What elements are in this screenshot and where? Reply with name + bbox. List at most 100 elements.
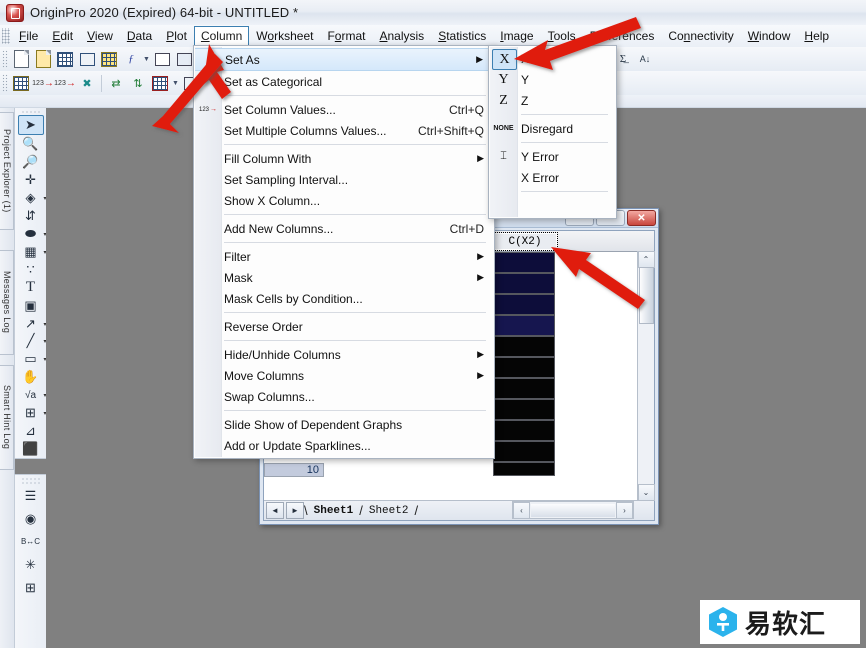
screen-reader-icon[interactable]: ◈ ▾	[19, 189, 47, 207]
menu-item-set-as[interactable]: Set As ▶	[195, 48, 493, 71]
menu-worksheet[interactable]: Worksheet	[249, 26, 320, 46]
data-reader-crosshair-icon[interactable]: ✛	[19, 171, 43, 189]
rectangle-tool-icon[interactable]: ▭ ▾	[19, 350, 46, 368]
rectangle-frame-icon[interactable]: ▣	[19, 297, 43, 315]
sheet-nav-next-button[interactable]: ►	[286, 502, 304, 519]
menu-tools[interactable]: Tools	[541, 26, 583, 46]
asterisk-icon[interactable]: ✳	[19, 553, 43, 576]
sheet-nav-prev-button[interactable]: ◄	[266, 502, 284, 519]
panel-project-explorer[interactable]: Project Explorer (1)	[0, 112, 14, 230]
menu-connectivity[interactable]: Connectivity	[661, 26, 740, 46]
menu-edit[interactable]: Edit	[45, 26, 80, 46]
menu-item-add-new-columns[interactable]: Add New Columns... Ctrl+D	[194, 218, 494, 239]
hand-tool-icon[interactable]: ✋	[19, 368, 43, 386]
transpose-icon[interactable]: ⇄	[105, 73, 127, 94]
cell-c-11[interactable]	[493, 462, 555, 476]
pointer-icon[interactable]: ➤	[17, 115, 44, 136]
zoom-in-icon[interactable]: 🔍	[19, 135, 43, 153]
new-workbook-icon[interactable]	[54, 49, 76, 70]
open-folder-icon[interactable]	[32, 49, 54, 70]
menu-item-reverse-order[interactable]: Reverse Order	[194, 316, 494, 337]
scroll-down-button[interactable]: ⌄	[637, 484, 655, 501]
menu-statistics[interactable]: Statistics	[431, 26, 493, 46]
menu-item-slide-show-dependent-graphs[interactable]: Slide Show of Dependent Graphs	[194, 414, 494, 435]
line-tool-icon[interactable]: ╱ ▾	[19, 333, 47, 351]
row-header-10[interactable]: 10	[264, 463, 324, 477]
clear-worksheet-icon[interactable]: ✖	[76, 73, 98, 94]
zoom-out-icon[interactable]: 🔎	[19, 153, 43, 171]
reduce-rows-icon[interactable]	[149, 73, 171, 94]
menu-analysis[interactable]: Analysis	[372, 26, 431, 46]
menu-item-hide-unhide-columns[interactable]: Hide/Unhide Columns ▶	[194, 344, 494, 365]
menu-item-move-columns[interactable]: Move Columns ▶	[194, 365, 494, 386]
reduce-rows-dropdown-icon[interactable]: ▼	[171, 73, 180, 94]
speaker-icon[interactable]: ◉	[19, 507, 43, 530]
submenu-item-x[interactable]: X X	[489, 48, 616, 70]
left-toolbar2-grip[interactable]	[20, 477, 41, 484]
cell-c-6[interactable]	[493, 357, 555, 378]
menu-item-mask-cells-by-condition[interactable]: Mask Cells by Condition...	[194, 288, 494, 309]
worksheet-close-button[interactable]: ✕	[627, 210, 656, 226]
worksheet-horizontal-scrollbar[interactable]: ‹ ›	[512, 501, 634, 519]
cell-c-1[interactable]	[493, 252, 555, 273]
menu-image[interactable]: Image	[493, 26, 540, 46]
horizontal-scroll-thumb[interactable]	[531, 503, 615, 517]
submenu-item-x-error[interactable]: X Error	[489, 167, 616, 188]
menu-item-swap-columns[interactable]: Swap Columns...	[194, 386, 494, 407]
column-header-cx2[interactable]: C(X2)	[492, 232, 558, 251]
equation-icon[interactable]: √a ▾	[19, 386, 47, 404]
scroll-up-button[interactable]: ⌃	[637, 251, 655, 268]
data-selector-icon[interactable]: ⇵	[19, 207, 43, 225]
menu-plot[interactable]: Plot	[159, 26, 194, 46]
menu-window[interactable]: Window	[741, 26, 798, 46]
menu-help[interactable]: Help	[797, 26, 836, 46]
toolbar-grip-2[interactable]	[2, 74, 8, 92]
menu-data[interactable]: Data	[120, 26, 159, 46]
cell-c-10[interactable]	[493, 441, 555, 462]
vertical-scroll-thumb[interactable]	[639, 267, 654, 324]
layer-stack-icon[interactable]: ☰	[19, 484, 43, 507]
menu-item-set-as-categorical[interactable]: Set as Categorical	[194, 71, 494, 92]
scatter-points-icon[interactable]: ∵	[19, 261, 43, 279]
fill-row-numbers-icon[interactable]: 123 →	[54, 73, 76, 94]
arrow-tool-icon[interactable]: ↗ ▾	[19, 315, 46, 333]
panel-messages-log[interactable]: Messages Log	[0, 250, 14, 355]
sheet-tab-sheet1[interactable]: Sheet1	[308, 502, 360, 519]
hscroll-right-button[interactable]: ›	[616, 501, 633, 519]
menu-item-set-multiple-columns-values[interactable]: Set Multiple Columns Values... Ctrl+Shif…	[194, 120, 494, 141]
new-graph-icon[interactable]	[76, 49, 98, 70]
new-layout-icon[interactable]	[151, 49, 173, 70]
text-tool-icon[interactable]: T	[19, 279, 43, 297]
submenu-item-y[interactable]: Y Y	[489, 69, 616, 90]
fill-numbers-icon[interactable]: 123 →	[32, 73, 54, 94]
menu-file[interactable]: File	[12, 26, 45, 46]
menu-column[interactable]: Column	[193, 25, 250, 47]
new-notes-icon[interactable]	[173, 49, 195, 70]
regional-mask-icon[interactable]: ⬬ ▾	[19, 225, 47, 243]
stack-columns-icon[interactable]: ⇅	[127, 73, 149, 94]
cube-3d-icon[interactable]: ⬛	[19, 440, 43, 458]
cell-c-9[interactable]	[493, 420, 555, 441]
rotate-3d-icon[interactable]: ⊿	[19, 422, 43, 440]
sheet-tab-sheet2[interactable]: Sheet2	[363, 502, 415, 519]
new-matrix-icon[interactable]	[98, 49, 120, 70]
cell-c-8[interactable]	[493, 399, 555, 420]
submenu-item-y-error[interactable]: ⌶ Y Error	[489, 146, 616, 167]
panel-smart-hint-log[interactable]: Smart Hint Log	[0, 365, 14, 470]
sort-az-icon[interactable]: A↓	[634, 49, 656, 70]
menu-item-show-x-column[interactable]: Show X Column...	[194, 190, 494, 211]
regional-data-selector-icon[interactable]: ▦ ▾	[19, 243, 46, 261]
menu-grip-handle[interactable]	[2, 28, 10, 44]
submenu-item-disregard[interactable]: NONE Disregard	[489, 118, 616, 139]
submenu-item-z[interactable]: Z Z	[489, 90, 616, 111]
menu-preferences[interactable]: Preferences	[583, 26, 662, 46]
menu-item-add-update-sparklines[interactable]: Add or Update Sparklines...	[194, 435, 494, 456]
insert-graph-icon[interactable]: ⊞ ▾	[19, 404, 46, 422]
menu-item-filter[interactable]: Filter ▶	[194, 246, 494, 267]
menu-item-fill-column-with[interactable]: Fill Column With ▶	[194, 148, 494, 169]
new-function-plot-icon[interactable]: ƒ	[120, 49, 142, 70]
worksheet-vertical-scrollbar[interactable]: ⌃ ⌄	[637, 251, 655, 501]
submenu-item-custom[interactable]	[489, 195, 616, 216]
menu-item-set-column-values[interactable]: 123 → Set Column Values... Ctrl+Q	[194, 99, 494, 120]
label-swap-icon[interactable]: B↔C	[19, 530, 43, 553]
